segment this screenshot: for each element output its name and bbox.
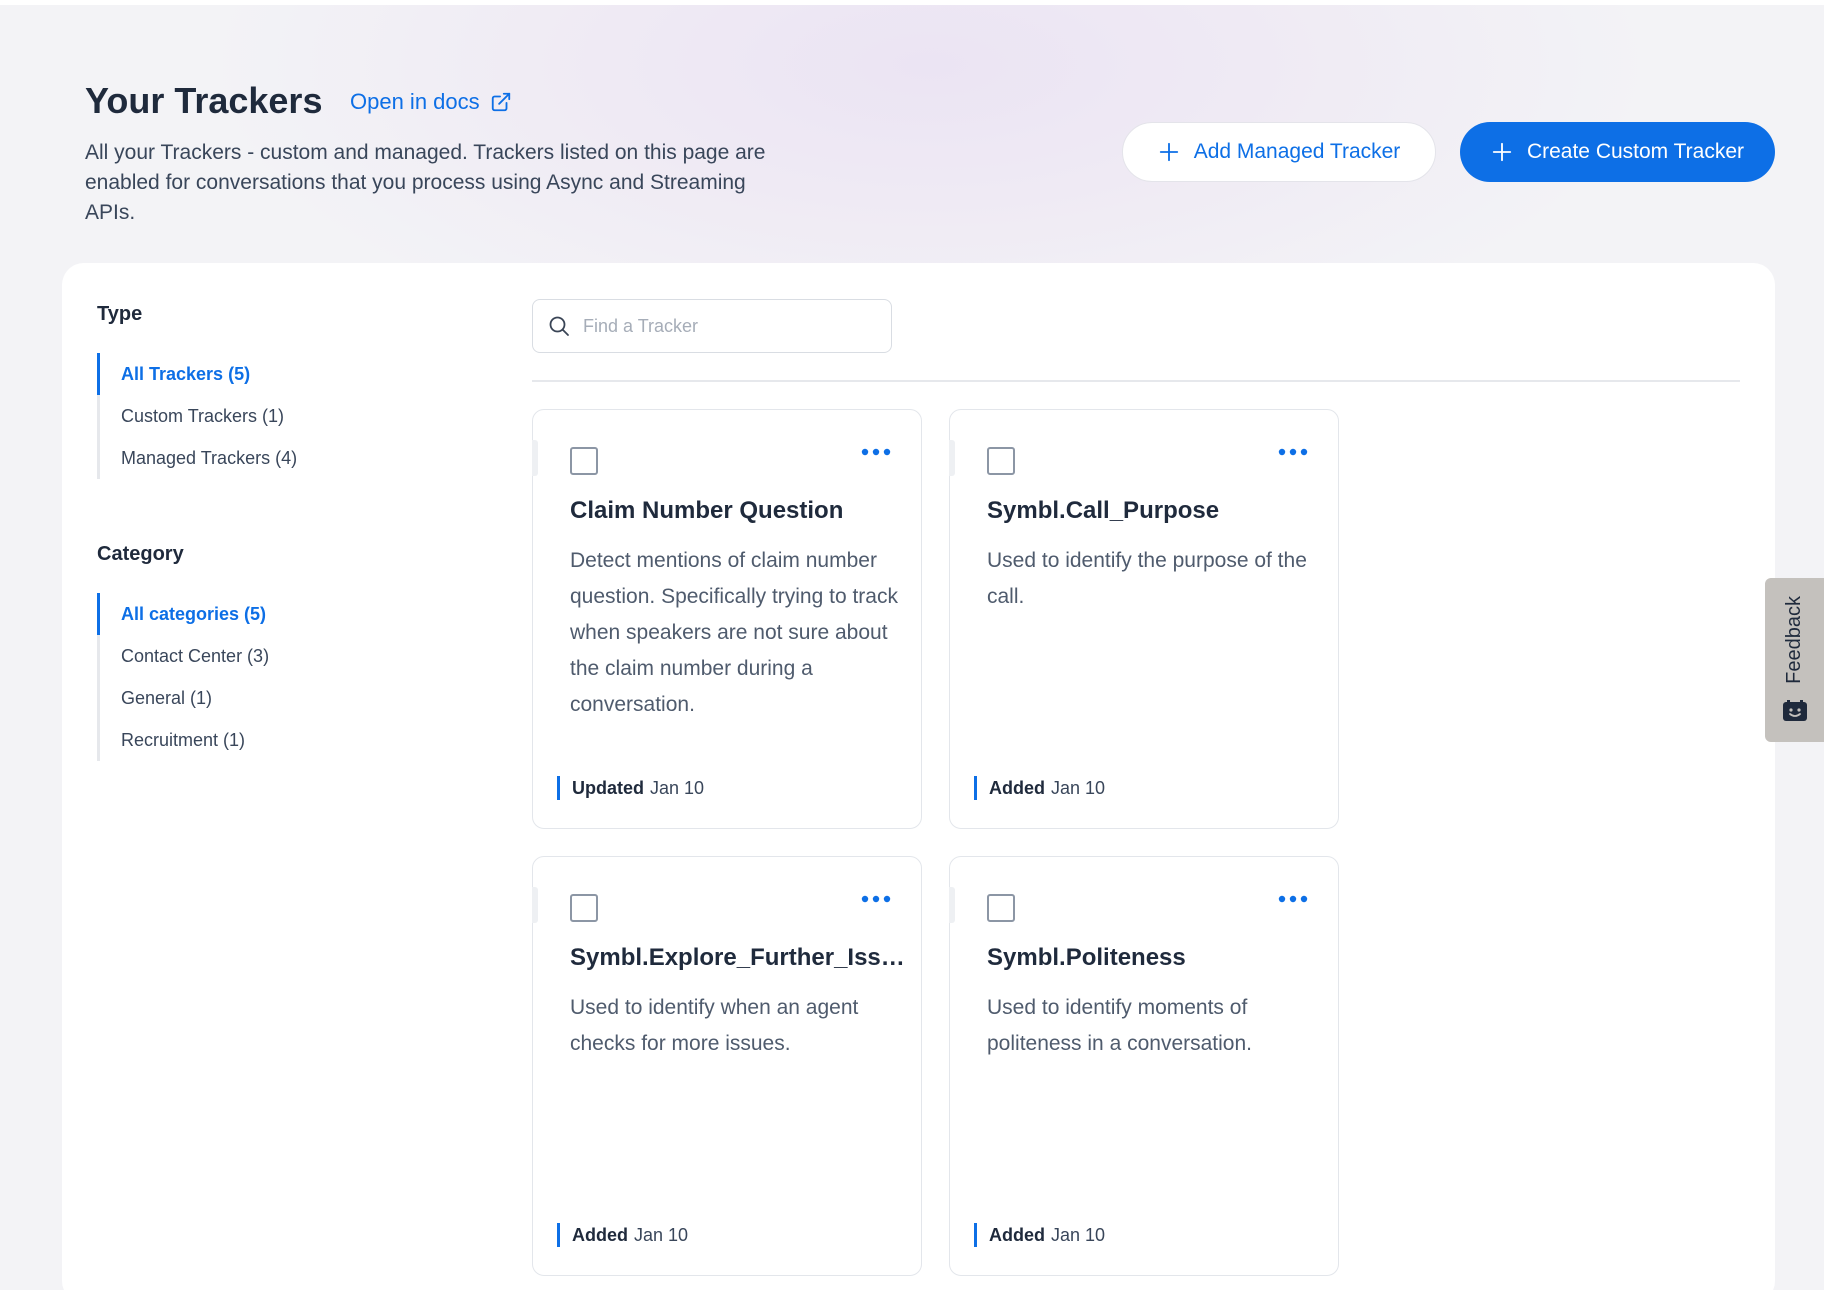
- plus-icon: [1492, 142, 1512, 162]
- card-title: Symbl.Call_Purpose: [987, 497, 1220, 524]
- feedback-tab[interactable]: Feedback: [1765, 578, 1824, 742]
- type-filter-heading: Type: [97, 303, 143, 325]
- type-filter-list: All Trackers (5) Custom Trackers (1) Man…: [97, 353, 297, 479]
- card-tab: [949, 887, 955, 923]
- card-status: Updated: [572, 777, 644, 798]
- filter-custom-trackers[interactable]: Custom Trackers (1): [97, 395, 297, 437]
- open-in-docs-label: Open in docs: [350, 89, 480, 114]
- add-managed-tracker-label: Add Managed Tracker: [1193, 140, 1401, 163]
- search-icon: [549, 316, 569, 336]
- more-options-button[interactable]: [1278, 893, 1308, 905]
- card-footer: Added Jan 10: [974, 1223, 1105, 1247]
- tracker-card[interactable]: Claim Number Question Detect mentions of…: [532, 409, 922, 829]
- tracker-card[interactable]: Symbl.Explore_Further_Issues Used to ide…: [532, 856, 922, 1276]
- more-dots-icon: [861, 448, 891, 456]
- card-description: Used to identify when an agent checks fo…: [570, 996, 859, 1055]
- more-dots-icon: [861, 895, 891, 903]
- more-options-button[interactable]: [861, 446, 891, 458]
- feedback-face-icon: [1782, 700, 1807, 721]
- search-box: [532, 299, 892, 353]
- add-managed-tracker-button[interactable]: Add Managed Tracker: [1122, 122, 1436, 182]
- create-custom-tracker-button[interactable]: Create Custom Tracker: [1460, 122, 1775, 182]
- category-filter-list: All categories (5) Contact Center (3) Ge…: [97, 593, 269, 761]
- filter-general[interactable]: General (1): [97, 677, 269, 719]
- plus-icon: [1159, 142, 1178, 162]
- card-tab: [532, 887, 538, 923]
- card-checkbox[interactable]: [570, 894, 598, 922]
- page-subtitle: All your Trackers - custom and managed. …: [85, 141, 766, 224]
- tracker-card[interactable]: Symbl.Politeness Used to identify moment…: [949, 856, 1339, 1276]
- card-description: Detect mentions of claim number question…: [570, 549, 898, 716]
- filter-all-trackers[interactable]: All Trackers (5): [97, 353, 297, 395]
- card-footer: Added Jan 10: [557, 1223, 688, 1247]
- card-status: Added: [989, 777, 1045, 798]
- card-date: Jan 10: [634, 1224, 689, 1245]
- card-status: Added: [572, 1224, 628, 1245]
- card-footer: Added Jan 10: [974, 776, 1105, 800]
- filter-managed-trackers[interactable]: Managed Trackers (4): [97, 437, 297, 479]
- more-options-button[interactable]: [1278, 446, 1308, 458]
- tracker-card[interactable]: Symbl.Call_Purpose Used to identify the …: [949, 409, 1339, 829]
- more-dots-icon: [1278, 448, 1308, 456]
- card-description: Used to identify the purpose of the call…: [987, 549, 1307, 608]
- card-date: Jan 10: [1051, 1224, 1106, 1245]
- filter-recruitment[interactable]: Recruitment (1): [97, 719, 269, 761]
- card-tab: [532, 440, 538, 476]
- card-date: Jan 10: [1051, 777, 1106, 798]
- card-title: Symbl.Politeness: [987, 944, 1186, 971]
- filter-all-categories[interactable]: All categories (5): [97, 593, 269, 635]
- card-tab: [949, 440, 955, 476]
- page-title: Your Trackers: [85, 80, 323, 121]
- card-checkbox[interactable]: [570, 447, 598, 475]
- open-in-docs-link[interactable]: Open in docs: [350, 89, 512, 115]
- card-title: Claim Number Question: [570, 497, 844, 524]
- filter-contact-center[interactable]: Contact Center (3): [97, 635, 269, 677]
- card-description: Used to identify moments of politeness i…: [987, 996, 1252, 1055]
- search-divider: [532, 380, 1740, 382]
- more-options-button[interactable]: [861, 893, 891, 905]
- card-checkbox[interactable]: [987, 447, 1015, 475]
- card-title: Symbl.Explore_Further_Issues: [570, 944, 910, 971]
- feedback-label: Feedback: [1783, 596, 1805, 684]
- create-custom-tracker-label: Create Custom Tracker: [1526, 140, 1745, 163]
- category-filter-heading: Category: [97, 543, 184, 565]
- card-footer: Updated Jan 10: [557, 776, 704, 800]
- card-date: Jan 10: [650, 777, 705, 798]
- external-link-icon: [491, 92, 510, 112]
- card-checkbox[interactable]: [987, 894, 1015, 922]
- card-status: Added: [989, 1224, 1045, 1245]
- search-input[interactable]: [583, 315, 873, 337]
- more-dots-icon: [1278, 895, 1308, 903]
